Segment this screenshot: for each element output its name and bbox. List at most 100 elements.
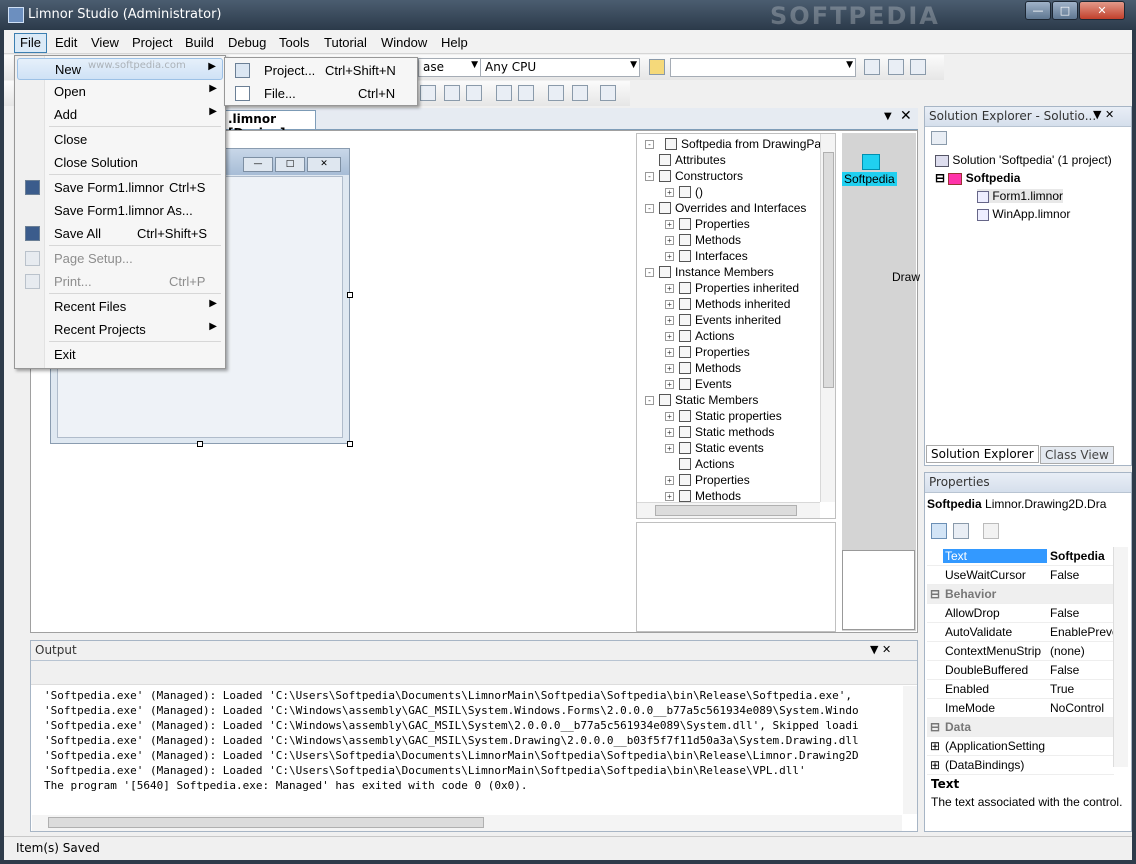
expander-icon[interactable]: - [645, 172, 654, 181]
resize-handle[interactable] [347, 441, 353, 447]
expander-icon[interactable]: + [665, 284, 674, 293]
menu-view[interactable]: View [91, 35, 119, 50]
property-row[interactable]: Text Softpedia [927, 547, 1114, 566]
event-pane[interactable] [636, 522, 836, 632]
expander-icon[interactable]: + [665, 364, 674, 373]
platform-dropdown[interactable]: Any CPU ▼ [480, 58, 640, 77]
pin-icon[interactable]: ▼ ✕ [1093, 108, 1114, 121]
output-vertical-scrollbar[interactable] [903, 686, 917, 814]
tab-list-icon[interactable]: ▼ [884, 111, 892, 122]
tab-design[interactable]: .limnor [Design] [224, 110, 316, 140]
close-button[interactable]: ✕ [1079, 1, 1125, 20]
object-tree[interactable]: - Softpedia from DrawingPage Attributes - C… [636, 133, 836, 519]
menu-item-open[interactable]: Open ▶ [17, 81, 223, 103]
menu-build[interactable]: Build [185, 35, 214, 50]
tree-vertical-scrollbar[interactable] [820, 134, 835, 502]
align-bottom-icon[interactable] [466, 85, 482, 101]
property-value[interactable]: (none) [1050, 644, 1114, 658]
property-row[interactable]: Enabled True [927, 680, 1114, 699]
expander-icon[interactable]: + [665, 492, 674, 501]
find-icon[interactable] [864, 59, 880, 75]
property-row[interactable]: DoubleBuffered False [927, 661, 1114, 680]
expander-icon[interactable]: + [665, 348, 674, 357]
property-value[interactable]: False [1050, 568, 1114, 582]
property-category[interactable]: ⊟ Behavior [927, 585, 1114, 604]
expander-icon[interactable]: + [665, 300, 674, 309]
align-middle-icon[interactable] [444, 85, 460, 101]
menu-item-save-form1-limnor[interactable]: Save Form1.limnor Ctrl+S [17, 177, 223, 199]
menu-tools[interactable]: Tools [279, 35, 309, 50]
minimize-button[interactable]: — [1025, 1, 1051, 20]
solution-node[interactable]: Solution 'Softpedia' (1 project) [935, 153, 1112, 167]
property-value[interactable]: False [1050, 663, 1114, 677]
property-row[interactable]: AllowDrop False [927, 604, 1114, 623]
properties-scrollbar[interactable] [1113, 547, 1128, 767]
expander-icon[interactable]: - [645, 204, 654, 213]
menu-file[interactable]: File [14, 33, 47, 53]
menu-item-exit[interactable]: Exit [17, 344, 223, 366]
menu-debug[interactable]: Debug [228, 35, 266, 50]
menu-item-page-setup[interactable]: Page Setup... [17, 248, 223, 270]
drawing-object-icon[interactable] [862, 154, 880, 170]
menu-item-save-form1-limnor-as[interactable]: Save Form1.limnor As... [17, 200, 223, 222]
expander-icon[interactable]: + [665, 252, 674, 261]
property-value[interactable]: False [1050, 606, 1114, 620]
bring-front-icon[interactable] [548, 85, 564, 101]
scroll-thumb[interactable] [823, 152, 834, 388]
scroll-thumb[interactable] [48, 817, 484, 828]
expander-icon[interactable]: - [645, 268, 654, 277]
tree-horizontal-scrollbar[interactable] [637, 502, 820, 518]
resize-handle[interactable] [347, 292, 353, 298]
menu-item-recent-files[interactable]: Recent Files ▶ [17, 296, 223, 318]
property-value[interactable]: EnablePreve [1050, 625, 1114, 639]
property-row[interactable]: ⊞ (DataBindings) [927, 756, 1114, 775]
menu-project[interactable]: Project [132, 35, 172, 50]
properties-icon[interactable] [888, 59, 904, 75]
output-close-icon[interactable]: ▼ ✕ [870, 643, 891, 656]
project-node[interactable]: ⊟ Softpedia [935, 171, 1020, 185]
refresh-icon[interactable] [931, 131, 947, 145]
menu-item-close-solution[interactable]: Close Solution [17, 152, 223, 174]
menu-item-recent-projects[interactable]: Recent Projects ▶ [17, 319, 223, 341]
file-node-winapp[interactable]: WinApp.limnor [977, 207, 1070, 221]
object-selector[interactable]: Softpedia Limnor.Drawing2D.Dra [927, 497, 1129, 517]
menu-edit[interactable]: Edit [55, 35, 77, 50]
menu-item-print[interactable]: Print... Ctrl+P [17, 271, 223, 293]
property-row[interactable]: UseWaitCursor False [927, 566, 1114, 585]
resize-handle[interactable] [197, 441, 203, 447]
expander-icon[interactable]: + [665, 188, 674, 197]
property-row[interactable]: ContextMenuStrip (none) [927, 642, 1114, 661]
align-icon[interactable] [420, 85, 436, 101]
menu-tutorial[interactable]: Tutorial [324, 35, 367, 50]
expander-icon[interactable]: + [665, 444, 674, 453]
output-horizontal-scrollbar[interactable] [32, 815, 902, 831]
menu-help[interactable]: Help [441, 35, 468, 50]
menu-item-add[interactable]: Add ▶ [17, 104, 223, 126]
scroll-thumb[interactable] [655, 505, 797, 516]
solution-config-dropdown[interactable]: ase ▼ [418, 58, 481, 77]
property-category[interactable]: ⊟ Data [927, 718, 1114, 737]
expander-icon[interactable]: - [645, 396, 654, 405]
categorized-icon[interactable] [931, 523, 947, 539]
selected-drawing-label[interactable]: Softpedia [842, 172, 897, 186]
property-pages-icon[interactable] [983, 523, 999, 539]
find-dropdown[interactable]: ▼ [670, 58, 856, 77]
collapse-icon[interactable]: ⊟ [930, 720, 940, 734]
close-document-icon[interactable]: ✕ [900, 108, 912, 124]
output-log[interactable]: 'Softpedia.exe' (Managed): Loaded 'C:\Us… [44, 688, 902, 798]
submenu-item-new-file[interactable]: File... Ctrl+N [227, 83, 415, 105]
property-value[interactable]: NoControl [1050, 701, 1114, 715]
tab-solution-explorer[interactable]: Solution Explorer [926, 445, 1039, 463]
property-value[interactable]: True [1050, 682, 1114, 696]
property-row[interactable]: AutoValidate EnablePreve [927, 623, 1114, 642]
submenu-item-new-project[interactable]: Project... Ctrl+Shift+N [227, 60, 415, 82]
tab-class-view[interactable]: Class View [1040, 446, 1114, 464]
maximize-button[interactable]: □ [1052, 1, 1078, 20]
expander-icon[interactable]: + [665, 476, 674, 485]
file-node-form1[interactable]: Form1.limnor [977, 189, 1064, 203]
alphabetical-icon[interactable] [953, 523, 969, 539]
expander-icon[interactable]: + [665, 332, 674, 341]
folder-icon[interactable] [649, 59, 665, 75]
expander-icon[interactable]: + [665, 412, 674, 421]
expand-icon[interactable]: ⊞ [930, 758, 940, 772]
